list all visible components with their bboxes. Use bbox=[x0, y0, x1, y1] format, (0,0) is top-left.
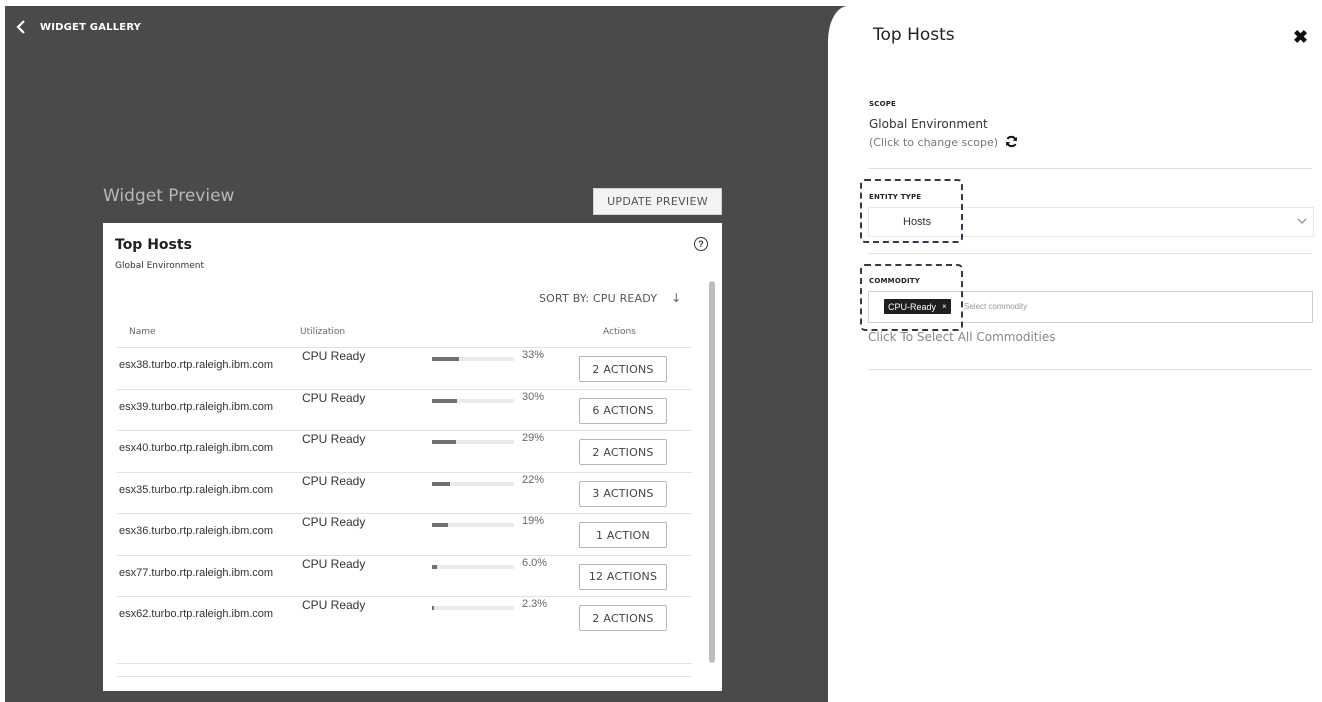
scrollbar-thumb[interactable] bbox=[709, 281, 715, 663]
scope-label: SCOPE bbox=[869, 100, 897, 108]
utilization-bar bbox=[432, 357, 514, 361]
commodity-name: CPU Ready bbox=[302, 473, 366, 488]
commodity-label: COMMODITY bbox=[869, 277, 921, 285]
commodity-tag-label: CPU-Ready bbox=[888, 301, 937, 312]
utilization-bar bbox=[432, 440, 514, 444]
commodity-name: CPU Ready bbox=[302, 432, 366, 446]
widget-title: Top Hosts bbox=[115, 237, 192, 253]
host-name[interactable]: esx39.turbo.rtp.raleigh.ibm.com bbox=[119, 401, 288, 413]
back-label: WIDGET GALLERY bbox=[40, 21, 142, 33]
host-name[interactable]: esx36.turbo.rtp.raleigh.ibm.com bbox=[119, 525, 288, 537]
entity-type-label: ENTITY TYPE bbox=[869, 193, 922, 201]
update-preview-button[interactable]: UPDATE PREVIEW bbox=[593, 188, 722, 215]
utilization-bar-fill bbox=[432, 357, 460, 361]
table-footer-divider bbox=[117, 663, 692, 664]
column-header-actions[interactable]: Actions bbox=[603, 327, 636, 337]
table-row: esx39.turbo.rtp.raleigh.ibm.com CPU Ready… bbox=[117, 388, 692, 430]
utilization-bar bbox=[432, 564, 514, 569]
gallery-edge bbox=[828, 6, 848, 702]
preview-title: Widget Preview bbox=[103, 186, 235, 206]
utilization-bar-fill bbox=[432, 523, 448, 527]
refresh-icon[interactable] bbox=[1005, 135, 1018, 148]
table-row: esx35.turbo.rtp.raleigh.ibm.com CPU Ready… bbox=[117, 471, 692, 513]
column-header-name[interactable]: Name bbox=[129, 327, 156, 337]
utilization-bar-fill bbox=[432, 440, 456, 444]
table-row: esx77.turbo.rtp.raleigh.ibm.com CPU Ready… bbox=[117, 554, 692, 596]
host-name[interactable]: esx35.turbo.rtp.raleigh.ibm.com bbox=[119, 484, 288, 496]
host-name[interactable]: esx40.turbo.rtp.raleigh.ibm.com bbox=[119, 442, 288, 454]
utilization-percent: 33% bbox=[522, 349, 545, 361]
close-icon[interactable]: ✖ bbox=[1293, 27, 1308, 48]
commodity-input[interactable]: CPU-Ready × Select commodity bbox=[868, 291, 1313, 323]
commodity-name: CPU Ready bbox=[302, 515, 366, 529]
entity-type-value: Hosts bbox=[903, 216, 932, 228]
widget-gallery-area: WIDGET GALLERY Widget Preview UPDATE PRE… bbox=[0, 0, 848, 702]
actions-button[interactable]: 2 ACTIONS bbox=[579, 356, 667, 382]
section-divider bbox=[868, 253, 1312, 254]
select-all-commodities-link[interactable]: Click To Select All Commodities bbox=[868, 330, 1055, 344]
utilization-bar-fill bbox=[432, 606, 434, 610]
sort-arrow-icon: ↓ bbox=[671, 291, 682, 305]
utilization-bar-fill bbox=[432, 481, 451, 486]
table-footer-divider bbox=[117, 676, 692, 677]
actions-button[interactable]: 1 ACTION bbox=[579, 522, 667, 548]
utilization-bar bbox=[432, 606, 514, 610]
utilization-bar bbox=[432, 398, 514, 403]
commodity-tag: CPU-Ready × bbox=[884, 299, 951, 314]
help-icon[interactable]: ? bbox=[694, 237, 708, 251]
host-name[interactable]: esx38.turbo.rtp.raleigh.ibm.com bbox=[119, 359, 288, 371]
sort-by-control[interactable]: SORT BY: CPU READY ↓ bbox=[539, 291, 682, 305]
utilization-percent: 19% bbox=[522, 515, 545, 527]
table-row: esx36.turbo.rtp.raleigh.ibm.com CPU Ready… bbox=[117, 513, 692, 554]
utilization-percent: 2.3% bbox=[522, 598, 548, 610]
utilization-bar bbox=[432, 481, 514, 486]
config-panel: Top Hosts ✖ SCOPE Global Environment (Cl… bbox=[848, 0, 1322, 702]
chevron-left-icon bbox=[16, 20, 25, 34]
scope-value: Global Environment bbox=[869, 117, 988, 131]
commodity-name: CPU Ready bbox=[302, 556, 366, 571]
actions-button[interactable]: 3 ACTIONS bbox=[579, 480, 667, 507]
commodity-name: CPU Ready bbox=[302, 390, 366, 405]
table-row: esx38.turbo.rtp.raleigh.ibm.com CPU Ready… bbox=[117, 347, 692, 388]
section-divider bbox=[868, 369, 1312, 370]
scrollbar[interactable] bbox=[707, 275, 717, 689]
actions-button[interactable]: 12 ACTIONS bbox=[579, 563, 667, 590]
utilization-bar-fill bbox=[432, 564, 437, 569]
utilization-bar-fill bbox=[432, 398, 457, 403]
remove-tag-icon[interactable]: × bbox=[942, 302, 947, 311]
chevron-down-icon bbox=[1297, 218, 1307, 224]
utilization-percent: 22% bbox=[522, 473, 545, 486]
commodity-name: CPU Ready bbox=[302, 598, 366, 612]
actions-button[interactable]: 6 ACTIONS bbox=[579, 397, 667, 424]
column-header-utilization[interactable]: Utilization bbox=[300, 327, 345, 337]
commodity-name: CPU Ready bbox=[302, 349, 366, 363]
change-scope-link[interactable]: (Click to change scope) bbox=[869, 136, 998, 149]
section-divider bbox=[868, 168, 1312, 169]
table-row: esx40.turbo.rtp.raleigh.ibm.com CPU Ready… bbox=[117, 430, 692, 471]
host-name[interactable]: esx77.turbo.rtp.raleigh.ibm.com bbox=[119, 567, 288, 579]
back-to-gallery-button[interactable]: WIDGET GALLERY bbox=[16, 20, 141, 34]
widget-subtitle: Global Environment bbox=[115, 261, 205, 271]
utilization-percent: 29% bbox=[522, 432, 545, 444]
panel-title: Top Hosts bbox=[873, 25, 955, 45]
utilization-bar bbox=[432, 523, 514, 527]
host-name[interactable]: esx62.turbo.rtp.raleigh.ibm.com bbox=[119, 608, 288, 620]
entity-type-select[interactable]: Hosts bbox=[868, 207, 1314, 237]
table-row: esx62.turbo.rtp.raleigh.ibm.com CPU Ready… bbox=[117, 596, 692, 637]
sort-by-label: SORT BY: CPU READY bbox=[539, 291, 658, 305]
actions-button[interactable]: 2 ACTIONS bbox=[579, 439, 667, 465]
commodity-placeholder: Select commodity bbox=[964, 302, 1028, 311]
utilization-percent: 6.0% bbox=[522, 556, 548, 569]
actions-button[interactable]: 2 ACTIONS bbox=[579, 605, 667, 631]
widget-card: Top Hosts Global Environment ? SORT BY: … bbox=[103, 223, 722, 691]
utilization-percent: 30% bbox=[522, 390, 545, 403]
